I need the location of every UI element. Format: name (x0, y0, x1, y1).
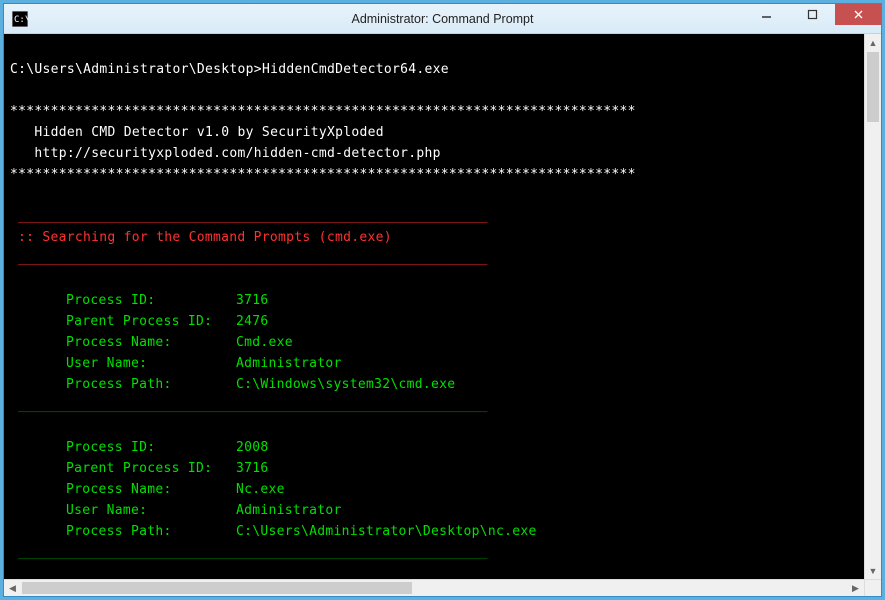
minimize-button[interactable] (743, 4, 789, 25)
scroll-down-arrow-icon[interactable]: ▼ (865, 562, 881, 579)
prompt-path: C:\Users\Administrator\Desktop> (10, 62, 262, 77)
proc0-ppid: 2476 (236, 314, 269, 329)
proc0-user: Administrator (236, 356, 342, 371)
scroll-corner (864, 580, 881, 596)
proc-sep-1: ________________________________________… (10, 545, 487, 560)
window-controls (743, 4, 881, 25)
label-user: User Name: (66, 500, 236, 521)
label-user: User Name: (66, 353, 236, 374)
search-sep-bottom: ________________________________________… (10, 251, 487, 266)
proc1-path: C:\Users\Administrator\Desktop\nc.exe (236, 524, 537, 539)
close-button[interactable] (835, 4, 881, 25)
console-wrap: C:\Users\Administrator\Desktop>HiddenCmd… (4, 34, 881, 596)
cmd-icon: C:\ (12, 11, 28, 27)
proc1-ppid: 3716 (236, 461, 269, 476)
scroll-left-arrow-icon[interactable]: ◀ (4, 580, 21, 596)
prompt-command: HiddenCmdDetector64.exe (262, 62, 449, 77)
proc1-pid: 2008 (236, 440, 269, 455)
label-path: Process Path: (66, 374, 236, 395)
search-heading: :: Searching for the Command Prompts (cm… (10, 230, 392, 245)
search-sep-top: ________________________________________… (10, 209, 487, 224)
proc-sep-0: ________________________________________… (10, 398, 487, 413)
label-ppid: Parent Process ID: (66, 311, 236, 332)
vertical-scroll-thumb[interactable] (867, 52, 879, 122)
label-name: Process Name: (66, 479, 236, 500)
console-output[interactable]: C:\Users\Administrator\Desktop>HiddenCmd… (4, 34, 864, 579)
app-url: http://securityxploded.com/hidden-cmd-de… (34, 146, 440, 161)
header-sep-top: ****************************************… (10, 104, 636, 119)
proc0-pid: 3716 (236, 293, 269, 308)
titlebar[interactable]: C:\ Administrator: Command Prompt (4, 4, 881, 34)
label-path: Process Path: (66, 521, 236, 542)
proc1-user: Administrator (236, 503, 342, 518)
scroll-up-arrow-icon[interactable]: ▲ (865, 34, 881, 51)
header-sep-bottom: ****************************************… (10, 167, 636, 182)
label-ppid: Parent Process ID: (66, 458, 236, 479)
horizontal-scroll-thumb[interactable] (22, 582, 412, 594)
proc0-name: Cmd.exe (236, 335, 293, 350)
proc1-name: Nc.exe (236, 482, 285, 497)
svg-text:C:\: C:\ (14, 15, 28, 25)
label-name: Process Name: (66, 332, 236, 353)
app-title: Hidden CMD Detector v1.0 by SecurityXplo… (34, 125, 383, 140)
label-pid: Process ID: (66, 290, 236, 311)
window-frame: C:\ Administrator: Command Prompt C:\Use… (3, 3, 882, 597)
console-body: C:\Users\Administrator\Desktop>HiddenCmd… (4, 34, 881, 579)
vertical-scrollbar[interactable]: ▲ ▼ (864, 34, 881, 579)
maximize-button[interactable] (789, 4, 835, 25)
proc0-path: C:\Windows\system32\cmd.exe (236, 377, 455, 392)
horizontal-scrollbar[interactable]: ◀ ▶ (4, 579, 881, 596)
scroll-right-arrow-icon[interactable]: ▶ (847, 580, 864, 596)
label-pid: Process ID: (66, 437, 236, 458)
